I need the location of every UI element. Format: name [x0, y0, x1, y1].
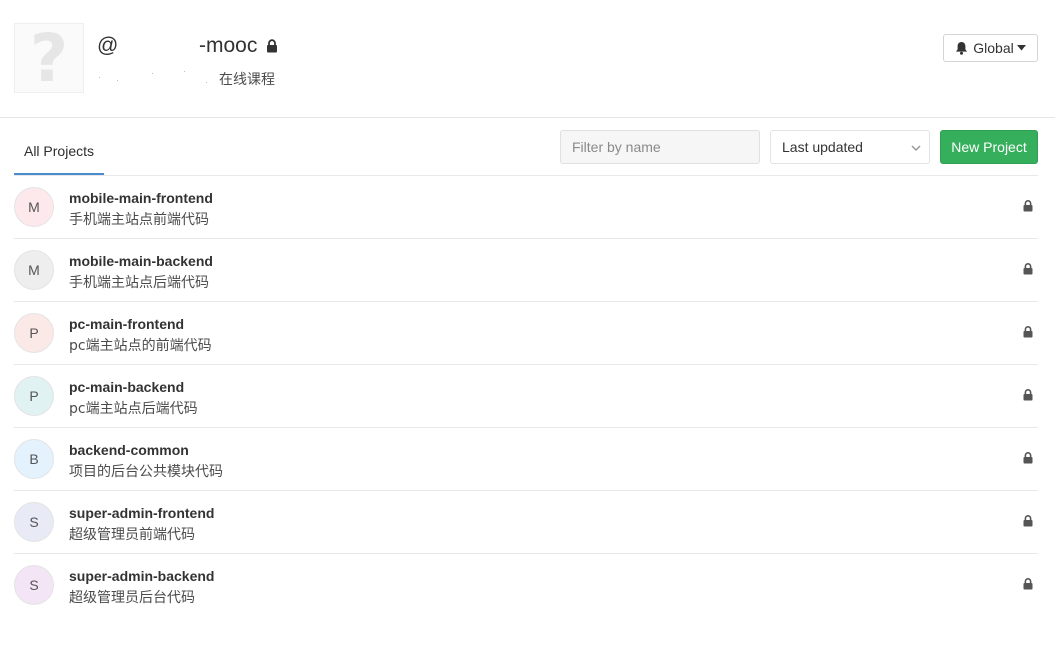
project-row[interactable]: Ppc-main-backend pc端主站点后端代码: [14, 365, 1038, 428]
project-name-link[interactable]: mobile-main-frontend: [69, 190, 213, 206]
project-description: pc端主站点后端代码: [69, 401, 198, 417]
group-header: ? @ -mooc 在线课程 Global: [0, 0, 1055, 118]
project-description: 手机端主站点后端代码: [69, 275, 209, 291]
notifications-dropdown-button[interactable]: Global: [943, 34, 1038, 62]
project-row[interactable]: Ppc-main-frontend pc端主站点的前端代码: [14, 302, 1038, 365]
project-name-link[interactable]: pc-main-backend: [69, 379, 184, 395]
redacted-mark: [99, 77, 100, 78]
caret-down-icon: [1016, 45, 1026, 51]
lock-icon: [1023, 263, 1033, 275]
project-avatar: P: [14, 313, 54, 353]
redacted-mark: [117, 80, 118, 81]
chevron-down-icon: [910, 142, 922, 154]
project-description: 超级管理员后台代码: [69, 590, 195, 606]
project-name-link[interactable]: backend-common: [69, 442, 189, 458]
project-row[interactable]: Mmobile-main-backend 手机端主站点后端代码: [14, 239, 1038, 302]
project-description: pc端主站点的前端代码: [69, 338, 212, 354]
group-name-prefix: @: [97, 34, 119, 57]
project-row[interactable]: Ssuper-admin-frontend 超级管理员前端代码: [14, 491, 1038, 554]
project-row[interactable]: Ssuper-admin-backend 超级管理员后台代码: [14, 554, 1038, 617]
project-name-link[interactable]: super-admin-backend: [69, 568, 214, 584]
project-description: 手机端主站点前端代码: [69, 212, 209, 228]
notifications-label: Global: [973, 40, 1014, 56]
redacted-mark: [184, 71, 185, 72]
project-avatar: S: [14, 502, 54, 542]
project-name-link[interactable]: pc-main-frontend: [69, 316, 184, 332]
tab-all-projects[interactable]: All Projects: [14, 128, 104, 175]
project-description: 超级管理员前端代码: [69, 527, 195, 543]
group-name: -mooc: [199, 34, 258, 57]
filter-by-name-input[interactable]: [560, 130, 760, 164]
project-row[interactable]: Bbackend-common 项目的后台公共模块代码: [14, 428, 1038, 491]
project-name-link[interactable]: super-admin-frontend: [69, 505, 214, 521]
redacted-mark: [206, 82, 207, 83]
lock-icon: [1023, 452, 1033, 464]
project-avatar: M: [14, 187, 54, 227]
lock-icon: [1023, 200, 1033, 212]
project-row[interactable]: Mmobile-main-frontend 手机端主站点前端代码: [14, 176, 1038, 239]
lock-icon: [266, 39, 278, 53]
bell-icon: [955, 41, 968, 55]
project-avatar: B: [14, 439, 54, 479]
redacted-mark: [152, 73, 153, 74]
lock-icon: [1023, 515, 1033, 527]
project-avatar: P: [14, 376, 54, 416]
new-project-button[interactable]: New Project: [940, 130, 1038, 164]
lock-icon: [1023, 578, 1033, 590]
placeholder-avatar-icon: ?: [29, 20, 69, 97]
lock-icon: [1023, 326, 1033, 338]
lock-icon: [1023, 389, 1033, 401]
sort-select[interactable]: Last updated: [770, 130, 930, 164]
project-list: Mmobile-main-frontend 手机端主站点前端代码 Mmobile-m…: [14, 175, 1038, 617]
group-avatar: ?: [14, 23, 84, 93]
project-name-link[interactable]: mobile-main-backend: [69, 253, 213, 269]
project-avatar: M: [14, 250, 54, 290]
group-description: 在线课程: [219, 72, 275, 88]
group-title: @ -mooc: [97, 33, 278, 59]
sort-selected-value: Last updated: [782, 139, 863, 155]
project-avatar: S: [14, 565, 54, 605]
project-description: 项目的后台公共模块代码: [69, 464, 223, 480]
